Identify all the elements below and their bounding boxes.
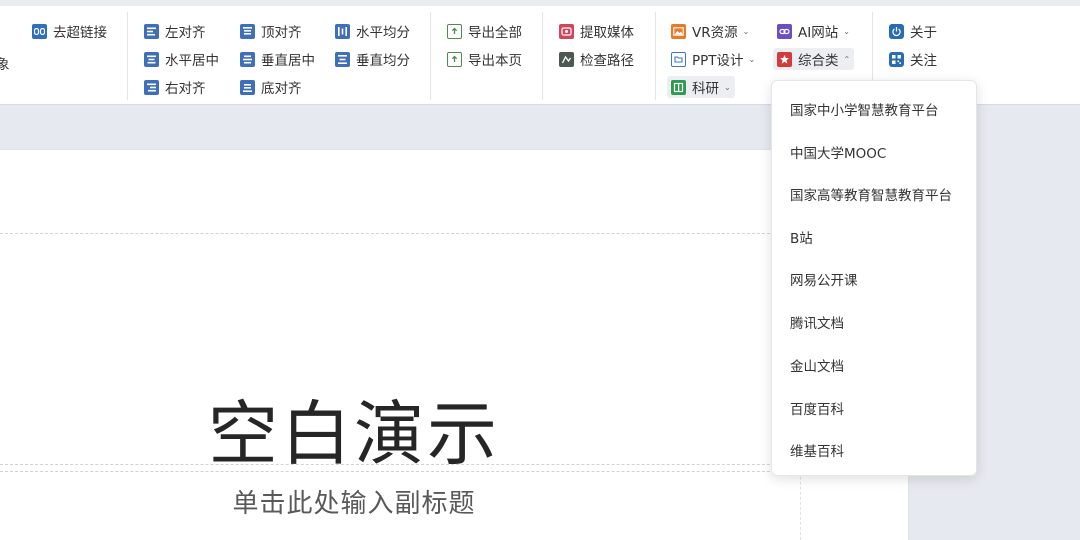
- group-separator: [655, 12, 656, 100]
- menu-item-kingsoft-docs[interactable]: 金山文档: [772, 345, 976, 385]
- chevron-down-icon: ⌄: [843, 26, 850, 36]
- about-button[interactable]: 关于: [885, 20, 941, 42]
- book-icon: [671, 79, 686, 95]
- distribute-vertical-icon: [335, 51, 350, 67]
- media-icon: [559, 23, 574, 39]
- menu-item-smartedu-k12[interactable]: 国家中小学智慧教育平台: [772, 89, 976, 129]
- align-left-label: 左对齐: [165, 25, 206, 41]
- export-page-button[interactable]: 导出本页: [443, 48, 526, 70]
- group-separator: [542, 12, 543, 100]
- align-left-icon: [144, 23, 159, 39]
- object-button-label: 象: [0, 57, 10, 73]
- group-separator: [430, 12, 431, 100]
- image-icon: [671, 23, 686, 39]
- ppt-design-label: PPT设计: [692, 53, 744, 69]
- path-icon: [559, 51, 574, 67]
- menu-item-china-mooc[interactable]: 中国大学MOOC: [772, 132, 976, 172]
- distribute-vertical-button[interactable]: 垂直均分: [331, 48, 414, 70]
- star-icon: [777, 51, 792, 67]
- remove-hyperlink-button[interactable]: 去超链接: [28, 20, 111, 42]
- ai-websites-dropdown[interactable]: AI网站 ⌄: [773, 20, 854, 42]
- chevron-up-icon: ⌃: [843, 54, 851, 64]
- export-page-icon: [447, 51, 462, 67]
- menu-item-tencent-docs[interactable]: 腾讯文档: [772, 302, 976, 342]
- qr-code-icon: [889, 51, 904, 67]
- ai-websites-label: AI网站: [798, 25, 839, 41]
- align-right-label: 右对齐: [165, 81, 206, 97]
- menu-item-wikipedia[interactable]: 维基百科: [772, 430, 976, 470]
- align-bottom-icon: [240, 79, 255, 95]
- group-separator: [127, 12, 128, 100]
- distribute-horizontal-label: 水平均分: [356, 25, 410, 41]
- align-vcenter-button[interactable]: 垂直居中: [236, 48, 319, 70]
- follow-label: 关注: [910, 53, 937, 69]
- remove-hyperlink-label: 去超链接: [53, 25, 107, 41]
- distribute-horizontal-button[interactable]: 水平均分: [331, 20, 414, 42]
- follow-button[interactable]: 关注: [885, 48, 941, 70]
- align-right-icon: [144, 79, 159, 95]
- check-path-button[interactable]: 检查路径: [555, 48, 638, 70]
- general-dropdown-menu: 国家中小学智慧教育平台 中国大学MOOC 国家高等教育智慧教育平台 B站 网易公…: [771, 80, 977, 476]
- menu-item-bilibili[interactable]: B站: [772, 217, 976, 257]
- export-all-label: 导出全部: [468, 25, 522, 41]
- check-path-label: 检查路径: [580, 53, 634, 69]
- export-all-button[interactable]: 导出全部: [443, 20, 526, 42]
- slide-subtitle[interactable]: 单击此处输入副标题: [0, 483, 708, 520]
- power-icon: [889, 23, 904, 39]
- align-bottom-label: 底对齐: [261, 81, 302, 97]
- align-top-icon: [240, 23, 255, 39]
- distribute-horizontal-icon: [335, 23, 350, 39]
- general-dropdown[interactable]: 综合类 ⌃: [773, 48, 855, 70]
- chevron-down-icon: ⌄: [742, 26, 750, 36]
- link-icon: [777, 23, 792, 39]
- research-label: 科研: [692, 81, 719, 97]
- menu-item-smartedu-higher[interactable]: 国家高等教育智慧教育平台: [772, 174, 976, 214]
- align-top-label: 顶对齐: [261, 25, 302, 41]
- align-bottom-button[interactable]: 底对齐: [236, 76, 306, 98]
- menu-item-netease-open-course[interactable]: 网易公开课: [772, 259, 976, 299]
- object-button[interactable]: 象: [0, 52, 14, 74]
- export-icon: [447, 23, 462, 39]
- about-label: 关于: [910, 25, 937, 41]
- slide-title[interactable]: 空白演示: [0, 378, 708, 479]
- general-label: 综合类: [798, 53, 839, 69]
- align-vcenter-label: 垂直居中: [261, 53, 315, 69]
- extract-media-button[interactable]: 提取媒体: [555, 20, 638, 42]
- title-placeholder-guide-top: [0, 233, 800, 234]
- align-middle-icon: [240, 51, 255, 67]
- unlink-icon: [32, 23, 47, 39]
- menu-item-baidu-baike[interactable]: 百度百科: [772, 388, 976, 428]
- export-page-label: 导出本页: [468, 53, 522, 69]
- extract-media-label: 提取媒体: [580, 25, 634, 41]
- chevron-down-icon: ⌄: [748, 54, 756, 64]
- chevron-down-icon: ⌄: [724, 82, 731, 92]
- align-hcenter-label: 水平居中: [165, 53, 219, 69]
- research-dropdown[interactable]: 科研 ⌄: [667, 76, 735, 98]
- vr-resources-dropdown[interactable]: VR资源 ⌄: [667, 20, 753, 42]
- folder-icon: [671, 51, 686, 67]
- distribute-vertical-label: 垂直均分: [356, 53, 410, 69]
- align-left-button[interactable]: 左对齐: [140, 20, 210, 42]
- ppt-design-dropdown[interactable]: PPT设计 ⌄: [667, 48, 759, 70]
- align-right-button[interactable]: 右对齐: [140, 76, 210, 98]
- vr-resources-label: VR资源: [692, 25, 738, 41]
- align-hcenter-button[interactable]: 水平居中: [140, 48, 223, 70]
- align-top-button[interactable]: 顶对齐: [236, 20, 306, 42]
- align-center-icon: [144, 51, 159, 67]
